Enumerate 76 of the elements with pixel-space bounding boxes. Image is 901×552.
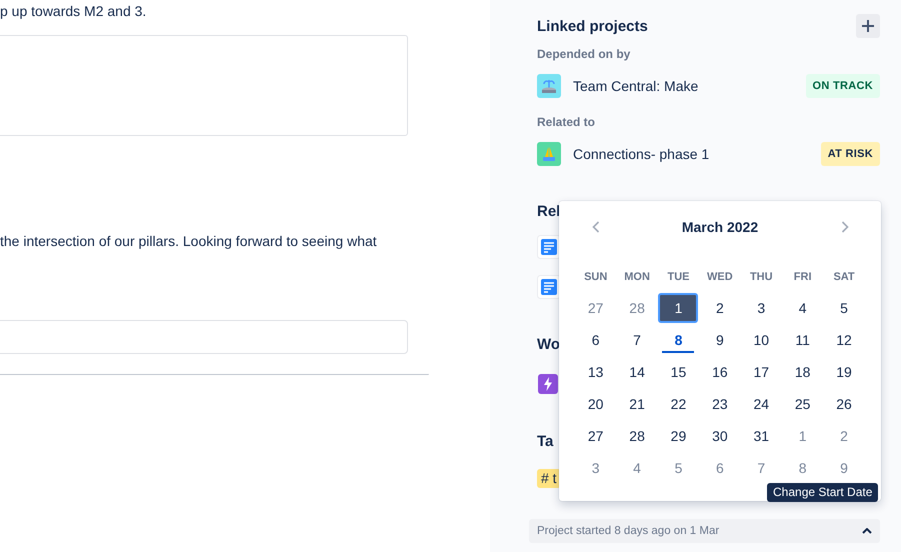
calendar-day[interactable]: 18 — [782, 357, 823, 387]
calendar-day[interactable]: 9 — [824, 453, 864, 483]
section-title: Ta — [537, 432, 554, 452]
calendar-day[interactable]: 1 — [782, 421, 823, 451]
description-text: p up towards M2 and 3. — [0, 2, 146, 20]
tooltip: Change Start Date — [767, 483, 878, 502]
calendar-day[interactable]: 4 — [782, 293, 823, 323]
chevron-left-icon — [592, 221, 600, 233]
calendar-day[interactable]: 2 — [824, 421, 864, 451]
status-lozenge: AT RISK — [820, 142, 880, 166]
section-title: Linked projects — [537, 18, 648, 34]
calendar-day[interactable]: 25 — [782, 389, 823, 419]
calendar-day[interactable]: 10 — [741, 325, 782, 355]
calendar-day[interactable]: 8 — [782, 453, 823, 483]
calendar-day[interactable]: 6 — [700, 453, 740, 483]
weekday-label: THU — [750, 270, 773, 285]
calendar-day[interactable]: 2 — [700, 293, 740, 323]
calendar-day[interactable]: 5 — [824, 293, 864, 323]
tag[interactable]: # t — [537, 468, 561, 488]
calendar-day[interactable]: 30 — [700, 421, 740, 451]
caret-icon — [862, 528, 872, 534]
add-button[interactable] — [856, 14, 880, 38]
calendar-day[interactable]: 1 — [658, 293, 698, 323]
calendar-day[interactable]: 27 — [576, 293, 616, 323]
calendar-day[interactable]: 6 — [576, 325, 616, 355]
document-icon[interactable] — [537, 275, 561, 299]
document-icon[interactable] — [537, 235, 561, 259]
calendar-day[interactable]: 3 — [576, 453, 616, 483]
weekday-label: WED — [707, 270, 733, 285]
start-date-text: Project started 8 days ago on 1 Mar — [537, 525, 720, 537]
weekday-label: TUE — [667, 270, 690, 285]
calendar-day[interactable]: 15 — [658, 357, 698, 387]
section-title: Wo — [537, 335, 560, 355]
project-name[interactable]: Team Central: Make — [573, 78, 806, 94]
calendar-day[interactable]: 3 — [741, 293, 782, 323]
calendar-day[interactable]: 9 — [700, 325, 740, 355]
calendar-day[interactable]: 28 — [617, 421, 658, 451]
calendar-day[interactable]: 14 — [617, 357, 658, 387]
calendar-day[interactable]: 7 — [617, 325, 658, 355]
calendar-day[interactable]: 13 — [576, 357, 616, 387]
weekday-label: SAT — [833, 270, 855, 285]
calendar-day[interactable]: 29 — [658, 421, 698, 451]
plus-icon — [862, 20, 874, 32]
footer-bar[interactable]: Project started 8 days ago on 1 Mar — [529, 519, 880, 543]
section-title: Rel — [537, 202, 560, 222]
calendar-day[interactable]: 22 — [658, 389, 698, 419]
calendar-day[interactable]: 16 — [700, 357, 740, 387]
calendar-day[interactable]: 28 — [617, 293, 658, 323]
calendar-day[interactable]: 7 — [741, 453, 782, 483]
input-field[interactable] — [0, 320, 408, 354]
calendar-day[interactable]: 31 — [741, 421, 782, 451]
chevron-right-icon — [840, 221, 848, 233]
calendar-day[interactable]: 20 — [576, 389, 616, 419]
calendar-day[interactable]: 17 — [741, 357, 782, 387]
calendar-day[interactable]: 8 — [658, 325, 698, 355]
project-name[interactable]: Connections- phase 1 — [573, 146, 821, 162]
group-label: Related to — [537, 114, 596, 131]
calendar-day[interactable]: 26 — [824, 389, 864, 419]
calendar-day[interactable]: 19 — [824, 357, 864, 387]
calendar-day[interactable]: 11 — [782, 325, 823, 355]
calendar-day[interactable]: 23 — [700, 389, 740, 419]
calendar-day[interactable]: 21 — [617, 389, 658, 419]
group-label: Depended on by — [537, 46, 632, 63]
weekday-label: FRI — [794, 270, 812, 285]
weekday-label: SUN — [584, 270, 608, 285]
calendar-day[interactable]: 27 — [576, 421, 616, 451]
weekday-label: MON — [624, 270, 650, 285]
description-text: the intersection of our pillars. Looking forward to seeing what — [0, 232, 377, 250]
fountain-icon — [537, 74, 561, 98]
calendar-day[interactable]: 5 — [658, 453, 698, 483]
calendar-day[interactable]: 12 — [824, 325, 864, 355]
calendar-day[interactable]: 4 — [617, 453, 658, 483]
calendar-day[interactable]: 24 — [741, 389, 782, 419]
lightning-icon[interactable] — [538, 374, 558, 394]
status-lozenge: ON TRACK — [806, 74, 880, 98]
month-title: March 2022 — [682, 219, 758, 235]
